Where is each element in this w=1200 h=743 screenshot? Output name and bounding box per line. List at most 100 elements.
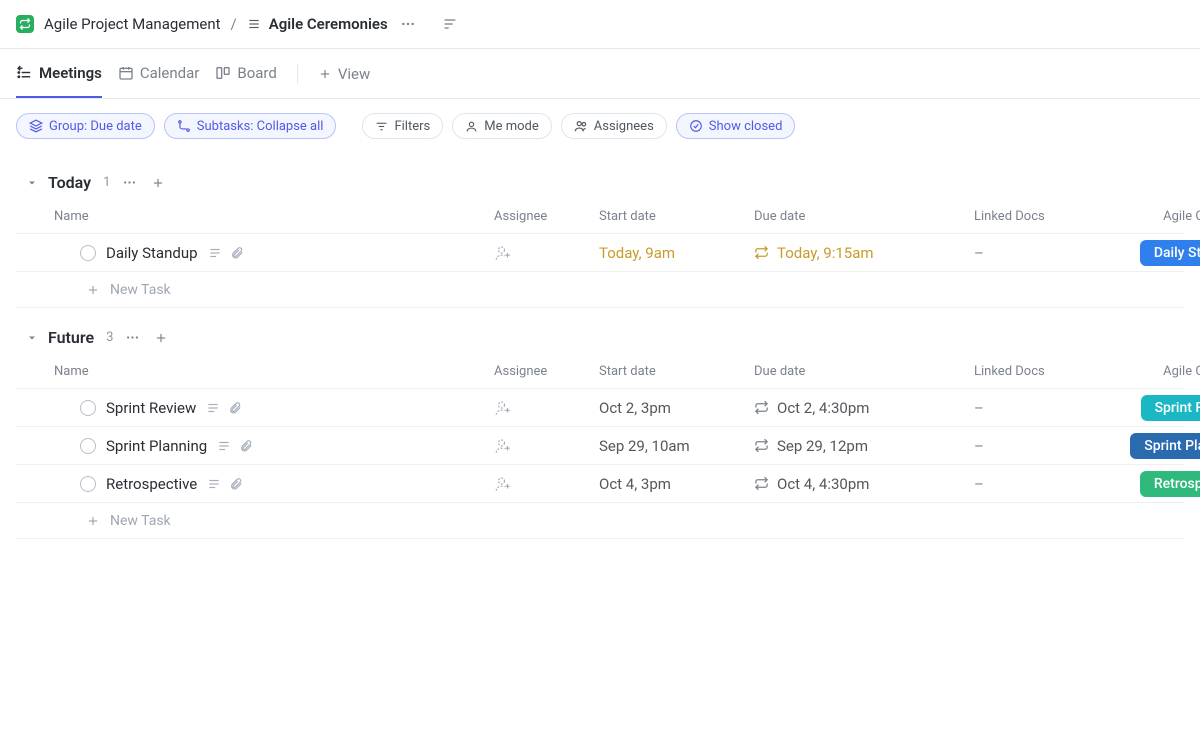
start-date-cell[interactable]: Sep 29, 10am [599, 437, 754, 455]
table-row[interactable]: Sprint ReviewOct 2, 3pmOct 2, 4:30pm–Spr… [16, 389, 1184, 427]
attachment-icon[interactable] [229, 477, 243, 491]
pill-subtasks[interactable]: Subtasks: Collapse all [164, 113, 337, 139]
more-icon[interactable] [120, 173, 139, 192]
due-date-cell[interactable]: Oct 4, 4:30pm [754, 475, 974, 493]
pill-show-closed[interactable]: Show closed [676, 113, 796, 139]
linked-docs-cell[interactable]: – [974, 399, 1119, 417]
th-assignee[interactable]: Assignee [494, 209, 599, 224]
th-due-date[interactable]: Due date [754, 209, 974, 224]
plus-icon[interactable] [152, 329, 170, 347]
breadcrumb-list[interactable]: Agile Ceremonies [247, 15, 388, 33]
due-date-cell[interactable]: Today, 9:15am [754, 244, 974, 262]
chevron-down-icon[interactable] [26, 332, 38, 344]
calendar-icon [118, 65, 134, 81]
th-linked-docs[interactable]: Linked Docs [974, 364, 1119, 379]
description-icon[interactable] [217, 439, 231, 453]
tab-label: Board [237, 64, 276, 82]
tabs-divider [297, 64, 298, 84]
recurring-icon [754, 476, 769, 491]
new-task-button[interactable]: New Task [16, 503, 1184, 539]
add-assignee-icon[interactable] [494, 437, 512, 455]
th-assignee[interactable]: Assignee [494, 364, 599, 379]
tab-meetings[interactable]: Meetings [16, 49, 102, 98]
group-header: Future3 [16, 324, 1184, 355]
pill-label: Group: Due date [49, 119, 142, 134]
group-title[interactable]: Future [48, 328, 94, 347]
breadcrumb-list-title: Agile Ceremonies [269, 15, 388, 33]
group-title[interactable]: Today [48, 173, 91, 192]
task-name[interactable]: Daily Standup [106, 244, 198, 262]
group: Today1NameAssigneeStart dateDue dateLink… [16, 169, 1184, 308]
pill-group[interactable]: Group: Due date [16, 113, 155, 139]
due-date-cell[interactable]: Oct 2, 4:30pm [754, 399, 974, 417]
plus-icon [318, 67, 332, 81]
add-assignee-icon[interactable] [494, 475, 512, 493]
tab-board[interactable]: Board [215, 49, 276, 98]
due-date-text: Oct 4, 4:30pm [777, 475, 869, 493]
linked-docs-cell[interactable]: – [974, 244, 1119, 262]
start-date-cell[interactable]: Oct 4, 3pm [599, 475, 754, 493]
table-header: NameAssigneeStart dateDue dateLinked Doc… [16, 200, 1184, 234]
plus-icon[interactable] [149, 174, 167, 192]
new-task-button[interactable]: New Task [16, 272, 1184, 308]
description-icon[interactable] [207, 477, 221, 491]
th-linked-docs[interactable]: Linked Docs [974, 209, 1119, 224]
th-name[interactable]: Name [54, 364, 494, 379]
add-assignee-icon[interactable] [494, 244, 512, 262]
attachment-icon[interactable] [230, 246, 244, 260]
description-icon[interactable] [208, 246, 222, 260]
add-view-button[interactable]: View [318, 65, 370, 83]
pill-filters[interactable]: Filters [362, 113, 443, 139]
ceremony-tag[interactable]: Retrospective [1140, 471, 1200, 497]
space-icon[interactable] [16, 15, 34, 33]
linked-docs-cell[interactable]: – [974, 475, 1119, 493]
filters-bar: Group: Due date Subtasks: Collapse all F… [0, 99, 1200, 153]
status-circle[interactable] [80, 438, 96, 454]
more-icon[interactable] [398, 14, 418, 34]
th-start-date[interactable]: Start date [599, 209, 754, 224]
table-row[interactable]: Sprint Planning Sep 29, 10amSep 29, 12pm–… [16, 427, 1184, 465]
recurring-icon [754, 245, 769, 260]
chevron-down-icon[interactable] [26, 177, 38, 189]
due-date-text: Today, 9:15am [777, 244, 874, 262]
people-icon [574, 119, 588, 133]
sort-icon[interactable] [440, 14, 460, 34]
attachment-icon[interactable] [239, 439, 253, 453]
ceremony-tag[interactable]: Sprint Review [1141, 395, 1200, 421]
table-header: NameAssigneeStart dateDue dateLinked Doc… [16, 355, 1184, 389]
status-circle[interactable] [80, 476, 96, 492]
person-icon [465, 120, 478, 133]
attachment-icon[interactable] [228, 401, 242, 415]
th-name[interactable]: Name [54, 209, 494, 224]
task-name[interactable]: Retrospective [106, 475, 197, 493]
status-circle[interactable] [80, 400, 96, 416]
linked-docs-cell[interactable]: – [974, 437, 1119, 455]
ceremony-tag[interactable]: Daily Standup [1140, 240, 1200, 266]
breadcrumb-space[interactable]: Agile Project Management [44, 15, 221, 33]
more-icon[interactable] [123, 328, 142, 347]
description-icon[interactable] [206, 401, 220, 415]
status-circle[interactable] [80, 245, 96, 261]
pill-assignees[interactable]: Assignees [561, 113, 667, 139]
th-start-date[interactable]: Start date [599, 364, 754, 379]
breadcrumb-separator: / [231, 15, 237, 33]
th-due-date[interactable]: Due date [754, 364, 974, 379]
start-date-cell[interactable]: Oct 2, 3pm [599, 399, 754, 417]
due-date-cell[interactable]: Sep 29, 12pm [754, 437, 974, 455]
tab-calendar[interactable]: Calendar [118, 49, 200, 98]
table-row[interactable]: Daily StandupToday, 9amToday, 9:15am–Dai… [16, 234, 1184, 272]
task-name[interactable]: Sprint Review [106, 399, 196, 417]
th-ceremony[interactable]: Agile Ceremony [1119, 364, 1200, 379]
view-tabs: Meetings Calendar Board View [0, 49, 1200, 99]
add-assignee-icon[interactable] [494, 399, 512, 417]
list-icon [247, 17, 261, 31]
new-task-label: New Task [110, 282, 171, 298]
start-date-cell[interactable]: Today, 9am [599, 244, 754, 262]
th-ceremony[interactable]: Agile Ceremony [1119, 209, 1200, 224]
ceremony-tag[interactable]: Sprint Planning [1130, 433, 1200, 459]
table-row[interactable]: RetrospectiveOct 4, 3pmOct 4, 4:30pm–Ret… [16, 465, 1184, 503]
group: Future3NameAssigneeStart dateDue dateLin… [16, 324, 1184, 539]
list-priority-icon [16, 64, 33, 81]
pill-me-mode[interactable]: Me mode [452, 113, 552, 139]
task-name[interactable]: Sprint Planning [106, 437, 207, 455]
